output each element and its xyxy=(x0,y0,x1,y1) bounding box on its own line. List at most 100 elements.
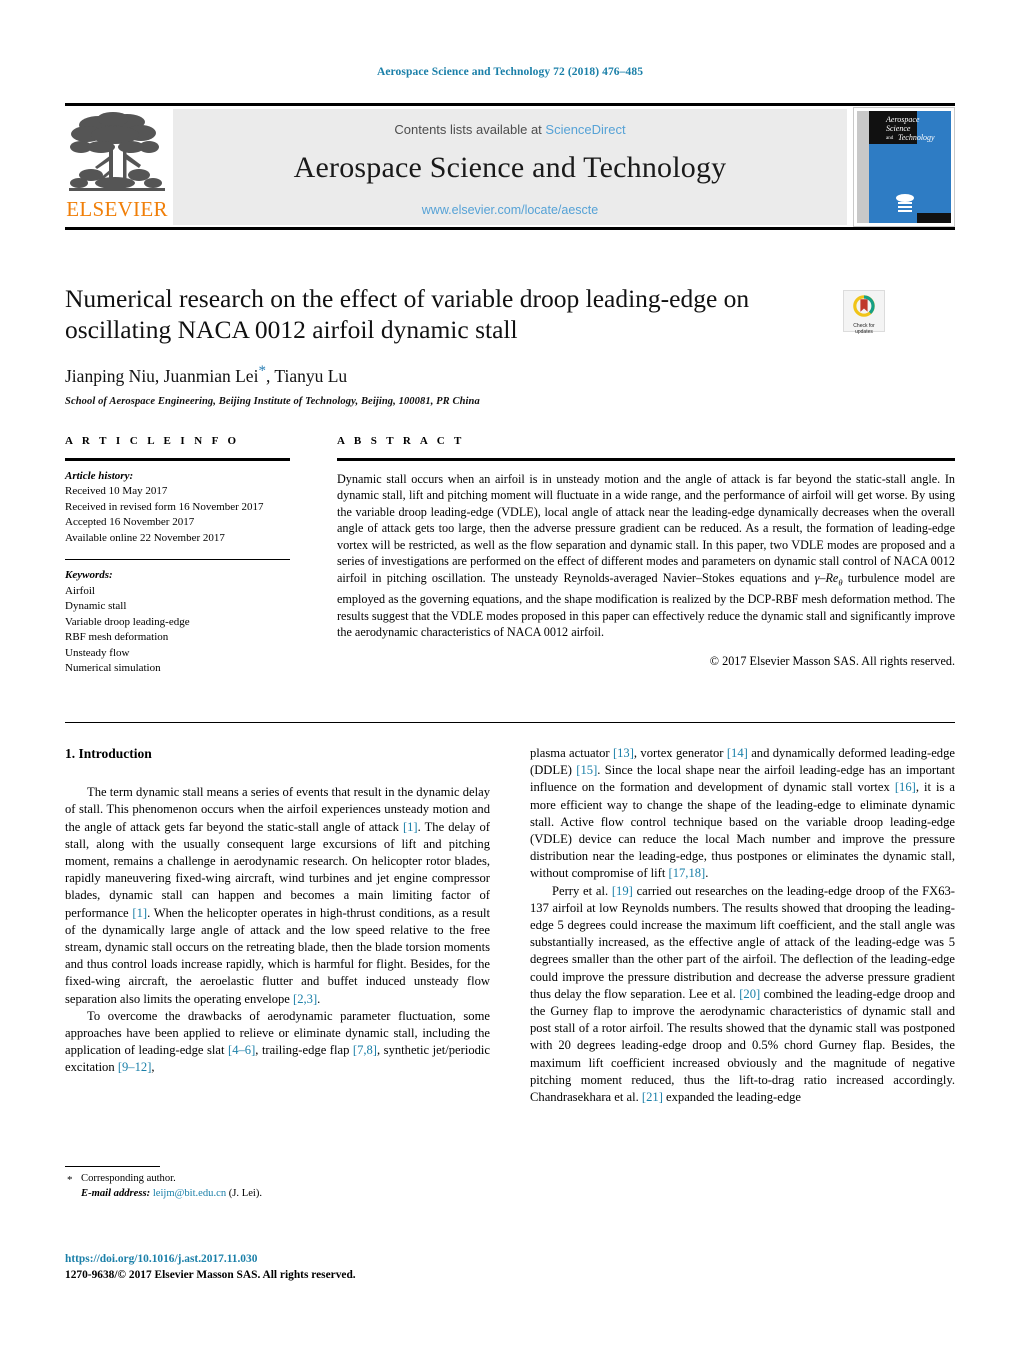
elsevier-tree-icon xyxy=(69,112,165,191)
masthead-bottom-rule xyxy=(65,227,955,230)
journal-article-page: Aerospace Science and Technology 72 (201… xyxy=(0,0,1020,1351)
section-heading-introduction: 1. Introduction xyxy=(65,746,152,761)
elsevier-logo: ELSEVIER xyxy=(65,109,169,225)
citation-ref[interactable]: [1] xyxy=(403,820,418,834)
citation-ref[interactable]: [1] xyxy=(132,906,147,920)
left-paragraph-container: The term dynamic stall means a series of… xyxy=(65,784,490,1076)
body-text-run: carried out researches on the leading-ed… xyxy=(530,883,955,1001)
authors-secondary: , Tianyu Lu xyxy=(265,365,348,386)
abstract-copyright: © 2017 Elsevier Masson SAS. All rights r… xyxy=(709,653,955,668)
svg-text:Technology: Technology xyxy=(898,133,935,142)
keyword-item: Dynamic stall xyxy=(65,600,127,612)
citation-ref[interactable]: [20] xyxy=(739,987,760,1001)
citation-ref[interactable]: [17,18] xyxy=(669,866,706,880)
keywords-group: Keywords: Airfoil Dynamic stall Variable… xyxy=(65,568,290,677)
body-text-run: , xyxy=(151,1060,155,1075)
article-info-rule xyxy=(65,458,290,461)
citation-ref[interactable]: [13] xyxy=(613,746,634,760)
svg-text:Science: Science xyxy=(886,124,911,133)
author-list: Jianping Niu, Juanmian Lei*, Tianyu Lu xyxy=(65,363,855,387)
citation-ref[interactable]: [21] xyxy=(642,1090,663,1104)
citation-ref[interactable]: [9–12] xyxy=(118,1060,152,1074)
keyword-item: Numerical simulation xyxy=(65,662,161,674)
article-history-label: Article history: xyxy=(65,469,134,482)
citation-ref[interactable]: [14] xyxy=(727,746,748,760)
journal-masthead: ELSEVIER Contents lists available at Sci… xyxy=(65,103,955,230)
svg-text:and: and xyxy=(886,136,894,141)
abstract-text: Dynamic stall occurs when an airfoil is … xyxy=(337,471,955,641)
abstract-rule xyxy=(337,458,955,461)
abstract-heading: A B S T R A C T xyxy=(337,435,465,447)
journal-title: Aerospace Science and Technology xyxy=(293,151,727,184)
keywords-rule xyxy=(65,559,290,560)
history-received: Received 10 May 2017 xyxy=(65,485,168,497)
body-paragraph: To overcome the drawbacks of aerodynamic… xyxy=(65,1008,490,1077)
body-paragraph: The term dynamic stall means a series of… xyxy=(65,784,490,1008)
citation-ref[interactable]: [4–6] xyxy=(228,1043,255,1057)
authors-primary: Jianping Niu, Juanmian Lei xyxy=(65,365,259,386)
footnote-email-label: E-mail address: xyxy=(81,1187,151,1199)
page-title: Numerical research on the effect of vari… xyxy=(65,284,750,344)
running-head: Aerospace Science and Technology 72 (201… xyxy=(376,66,644,78)
body-text-run: expanded the leading-edge xyxy=(662,1090,802,1105)
contents-available-line: Contents lists available at ScienceDirec… xyxy=(173,122,847,137)
keyword-item: RBF mesh deformation xyxy=(65,631,169,643)
right-paragraph-container: plasma actuator [13], vortex generator [… xyxy=(530,745,955,1106)
sciencedirect-link[interactable]: ScienceDirect xyxy=(545,122,625,137)
citation-ref[interactable]: [7,8] xyxy=(353,1043,377,1057)
affiliation: School of Aerospace Engineering, Beijing… xyxy=(65,395,480,407)
history-revised: Received in revised form 16 November 201… xyxy=(65,500,264,513)
body-text-run: , vortex generator xyxy=(633,746,727,760)
issn-copyright-line: 1270-9638/© 2017 Elsevier Masson SAS. Al… xyxy=(65,1268,356,1281)
footnote-email-line: E-mail address: leijm@bit.edu.cn (J. Lei… xyxy=(65,1187,490,1202)
body-text-run: . xyxy=(705,866,709,881)
crossmark-badge[interactable]: Check for updates xyxy=(843,290,885,335)
journal-cover-image: Aerospace Science and Technology xyxy=(854,108,954,226)
footnote-corresponding-text: Corresponding author. xyxy=(81,1173,176,1185)
citation-ref[interactable]: [15] xyxy=(576,763,597,777)
crossmark-icon xyxy=(853,295,875,317)
citation-ref[interactable]: [16] xyxy=(895,780,916,794)
article-info-heading: A R T I C L E I N F O xyxy=(65,435,240,447)
article-history-group: Article history: Received 10 May 2017 Re… xyxy=(65,469,290,547)
contents-prefix: Contents lists available at xyxy=(394,122,546,137)
body-text-run: . The delay of stall, along with the usu… xyxy=(65,819,490,920)
journal-url-link[interactable]: www.elsevier.com/locate/aescte xyxy=(173,203,847,217)
title-block: Numerical research on the effect of vari… xyxy=(65,283,855,407)
body-paragraph: plasma actuator [13], vortex generator [… xyxy=(530,745,955,883)
article-info-column: A R T I C L E I N F O Article history: R… xyxy=(65,435,290,677)
journal-cover-thumbnail: Aerospace Science and Technology xyxy=(853,107,955,227)
footnote-rule xyxy=(65,1166,160,1168)
history-online: Available online 22 November 2017 xyxy=(65,531,225,544)
corresponding-author-marker: * xyxy=(258,363,266,379)
body-text-run: . xyxy=(317,991,321,1006)
keywords-label: Keywords: xyxy=(65,569,113,581)
footnote-corresponding-line: * Corresponding author. xyxy=(65,1172,490,1187)
citation-ref[interactable]: [2,3] xyxy=(293,992,317,1006)
elsevier-wordmark: ELSEVIER xyxy=(66,197,168,221)
body-text-run: , it is a more efficient way to change t… xyxy=(530,780,955,881)
body-text-run: plasma actuator xyxy=(530,746,613,760)
keyword-item: Variable droop leading-edge xyxy=(65,615,190,628)
corresponding-author-footnote: * Corresponding author. E-mail address: l… xyxy=(65,1166,490,1201)
svg-text:Aerospace: Aerospace xyxy=(885,115,920,124)
history-accepted: Accepted 16 November 2017 xyxy=(65,516,195,528)
footnote-star-marker: * xyxy=(67,1174,73,1187)
keyword-item: Airfoil xyxy=(65,584,95,597)
abstract-math-re: Re xyxy=(825,571,839,586)
footnote-email-link[interactable]: leijm@bit.edu.cn xyxy=(153,1188,226,1199)
body-separator-rule xyxy=(65,722,955,723)
body-text-run: combined the leading-edge droop and the … xyxy=(530,986,955,1105)
body-paragraph: Perry et al. [19] carried out researches… xyxy=(530,883,955,1107)
keyword-item: Unsteady flow xyxy=(65,646,130,659)
body-column-left: 1. Introduction The term dynamic stall m… xyxy=(65,745,490,1077)
doi-link[interactable]: https://doi.org/10.1016/j.ast.2017.11.03… xyxy=(65,1252,490,1268)
footnote-email-owner: (J. Lei). xyxy=(228,1187,263,1199)
abstract-column: A B S T R A C T Dynamic stall occurs whe… xyxy=(337,435,955,669)
body-text-run: , trailing-edge flap xyxy=(255,1043,353,1058)
body-text-run: Perry et al. xyxy=(552,883,612,898)
body-text-run: . When the helicopter operates in high-t… xyxy=(65,905,491,1006)
colophon: https://doi.org/10.1016/j.ast.2017.11.03… xyxy=(65,1252,490,1283)
journal-banner: Contents lists available at ScienceDirec… xyxy=(173,109,847,225)
citation-ref[interactable]: [19] xyxy=(612,884,633,898)
